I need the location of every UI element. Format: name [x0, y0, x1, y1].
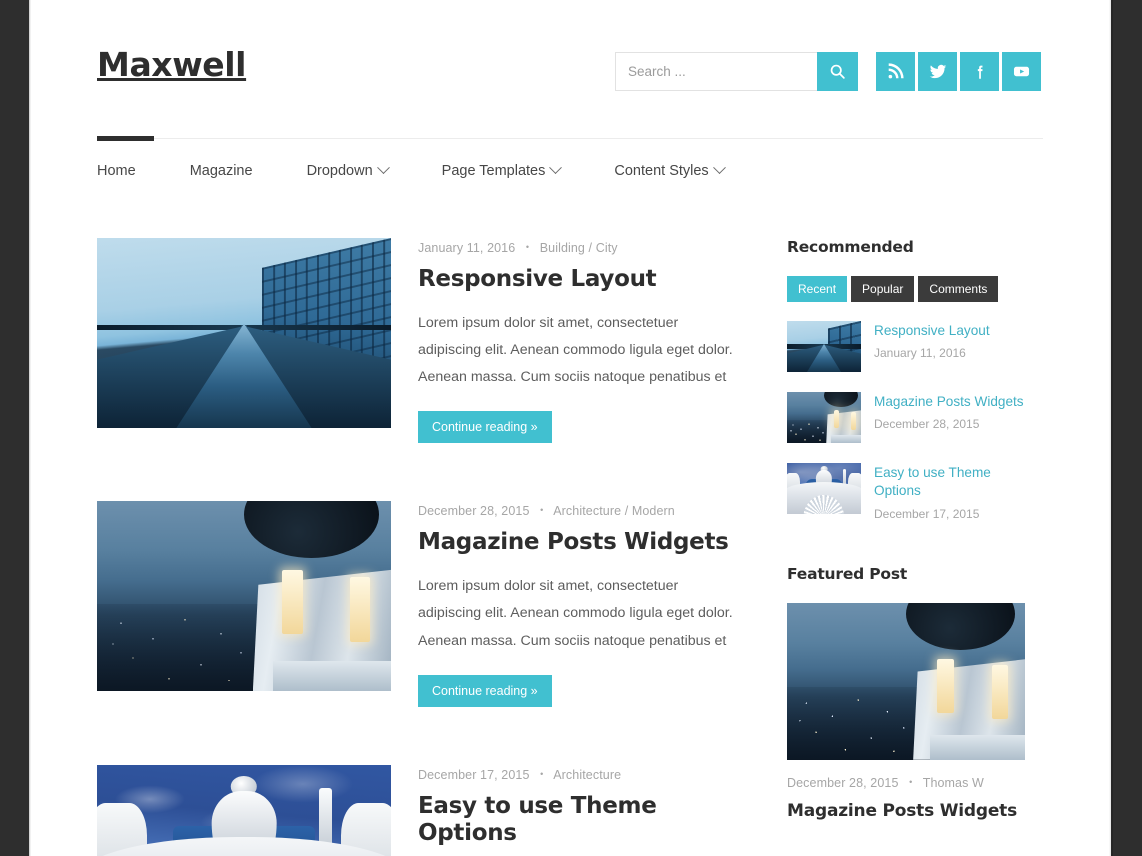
search-submit-button[interactable] — [817, 52, 858, 91]
right-edge-shadow — [1109, 0, 1113, 856]
sidebar-post-date: December 28, 2015 — [874, 417, 980, 432]
post-date: December 28, 2015 — [418, 504, 530, 519]
post-item: January 11, 2016 • Building / City Respo… — [97, 238, 743, 444]
chevron-down-icon — [712, 161, 726, 175]
facebook-icon — [971, 63, 989, 81]
youtube-icon — [1012, 62, 1031, 81]
widget-featured-post: Featured Post December 28, 2015 • Thomas… — [787, 565, 1025, 821]
nav-label: Page Templates — [441, 162, 546, 179]
featured-post-title[interactable]: Magazine Posts Widgets — [787, 801, 1025, 821]
observatory-photo — [787, 602, 1025, 760]
post-thumbnail-responsive-layout[interactable] — [97, 238, 391, 428]
continue-reading-button[interactable]: Continue reading » — [418, 674, 552, 707]
list-item: Easy to use Theme Options December 17, 2… — [787, 463, 1025, 523]
nav-item-page-templates[interactable]: Page Templates — [441, 161, 588, 179]
nav-label: Dropdown — [306, 162, 373, 179]
nav-active-indicator — [97, 136, 154, 141]
post-title[interactable]: Easy to use Theme Options — [418, 793, 743, 848]
post-excerpt: Lorem ipsum dolor sit amet, consectetuer… — [418, 314, 733, 386]
featured-post-thumbnail[interactable] — [787, 602, 1025, 760]
social-link-facebook[interactable] — [960, 52, 999, 91]
list-item: Magazine Posts Widgets December 28, 2015 — [787, 392, 1025, 443]
skyscraper-photo — [787, 321, 861, 372]
page-left-margin — [0, 0, 29, 856]
widget-recommended: Recommended Recent Popular Comments Resp… — [787, 238, 1025, 523]
meta-separator: • — [540, 505, 544, 516]
social-link-rss[interactable] — [876, 52, 915, 91]
chevron-down-icon — [376, 161, 390, 175]
continue-reading-button[interactable]: Continue reading » — [418, 411, 552, 444]
social-link-twitter[interactable] — [918, 52, 957, 91]
post-thumbnail-magazine-posts-widgets[interactable] — [97, 501, 391, 692]
sidebar-thumbnail[interactable] — [787, 392, 861, 443]
post-thumbnail-easy-to-use-theme-options[interactable] — [97, 764, 391, 856]
sidebar-thumbnail[interactable] — [787, 463, 861, 514]
post-categories[interactable]: Building / City — [540, 241, 618, 255]
featured-post-date: December 28, 2015 — [787, 775, 899, 790]
widget-title: Recommended — [787, 238, 914, 256]
observatory-photo — [787, 392, 861, 443]
post-meta: December 28, 2015 • Architecture / Moder… — [418, 504, 743, 518]
search-input[interactable] — [615, 52, 817, 91]
sidebar-post-title[interactable]: Magazine Posts Widgets — [874, 393, 1024, 411]
nav-item-home[interactable]: Home — [97, 163, 136, 179]
nav-item-content-styles[interactable]: Content Styles — [614, 161, 750, 179]
header-utilities — [615, 52, 1041, 91]
observatory-photo — [97, 501, 391, 692]
post-title[interactable]: Magazine Posts Widgets — [418, 529, 743, 557]
browser-viewport: Maxwell Search ... Home Magazine Dropdow… — [0, 0, 1142, 856]
twitter-icon — [929, 63, 947, 81]
post-item: December 28, 2015 • Architecture / Moder… — [97, 501, 743, 707]
post-categories[interactable]: Architecture / Modern — [553, 504, 675, 518]
nav-label: Content Styles — [614, 162, 709, 179]
site-header: Maxwell — [29, 0, 1111, 138]
social-link-youtube[interactable] — [1002, 52, 1041, 91]
site-page: Maxwell Search ... Home Magazine Dropdow… — [29, 0, 1111, 856]
list-item: Responsive Layout January 11, 2016 — [787, 321, 1025, 372]
post-categories[interactable]: Architecture — [553, 768, 621, 782]
post-title[interactable]: Responsive Layout — [418, 266, 743, 294]
featured-post-meta: December 28, 2015 • Thomas W — [787, 776, 1025, 790]
content-area: January 11, 2016 • Building / City Respo… — [29, 238, 1111, 856]
meta-separator: • — [540, 768, 544, 779]
left-edge-shadow — [29, 0, 31, 856]
post-date: January 11, 2016 — [418, 241, 516, 255]
tab-popular[interactable]: Popular — [851, 276, 915, 302]
social-links — [876, 52, 1041, 91]
recommended-tabs: Recent Popular Comments — [787, 276, 1025, 302]
meta-separator: • — [525, 242, 530, 252]
sidebar: Recommended Recent Popular Comments Resp… — [787, 238, 1025, 856]
post-date: December 17, 2015 — [418, 767, 530, 782]
skyscraper-photo — [97, 238, 391, 428]
ornate-facade-photo — [97, 764, 391, 856]
tab-recent[interactable]: Recent — [787, 276, 848, 302]
nav-label: Home — [97, 162, 136, 179]
page-right-margin — [1113, 0, 1142, 856]
nav-item-magazine[interactable]: Magazine — [190, 163, 280, 179]
post-excerpt: Lorem ipsum dolor sit amet, consectetuer… — [418, 577, 733, 649]
primary-navigation: Home Magazine Dropdown Page Templates Co… — [97, 136, 1043, 202]
search-form — [615, 52, 858, 91]
featured-post-author[interactable]: Thomas W — [923, 776, 984, 790]
tab-comments[interactable]: Comments — [918, 276, 999, 302]
rss-icon — [887, 63, 904, 80]
nav-label: Magazine — [189, 162, 253, 179]
sidebar-thumbnail[interactable] — [787, 321, 861, 372]
sidebar-post-title[interactable]: Easy to use Theme Options — [874, 464, 1025, 501]
site-title[interactable]: Maxwell — [97, 48, 246, 81]
sidebar-post-date: December 17, 2015 — [874, 506, 980, 521]
post-list: January 11, 2016 • Building / City Respo… — [97, 238, 743, 856]
widget-title: Featured Post — [787, 564, 908, 583]
post-meta: December 17, 2015 • Architecture — [418, 768, 743, 782]
sidebar-post-date: January 11, 2016 — [874, 346, 966, 361]
post-meta: January 11, 2016 • Building / City — [418, 241, 743, 255]
nav-item-dropdown[interactable]: Dropdown — [306, 161, 415, 179]
ornate-facade-photo — [787, 463, 861, 514]
meta-separator: • — [909, 776, 913, 787]
sidebar-post-title[interactable]: Responsive Layout — [874, 322, 990, 340]
post-item: December 17, 2015 • Architecture Easy to… — [97, 764, 743, 856]
search-icon — [829, 63, 846, 80]
chevron-down-icon — [549, 161, 563, 175]
